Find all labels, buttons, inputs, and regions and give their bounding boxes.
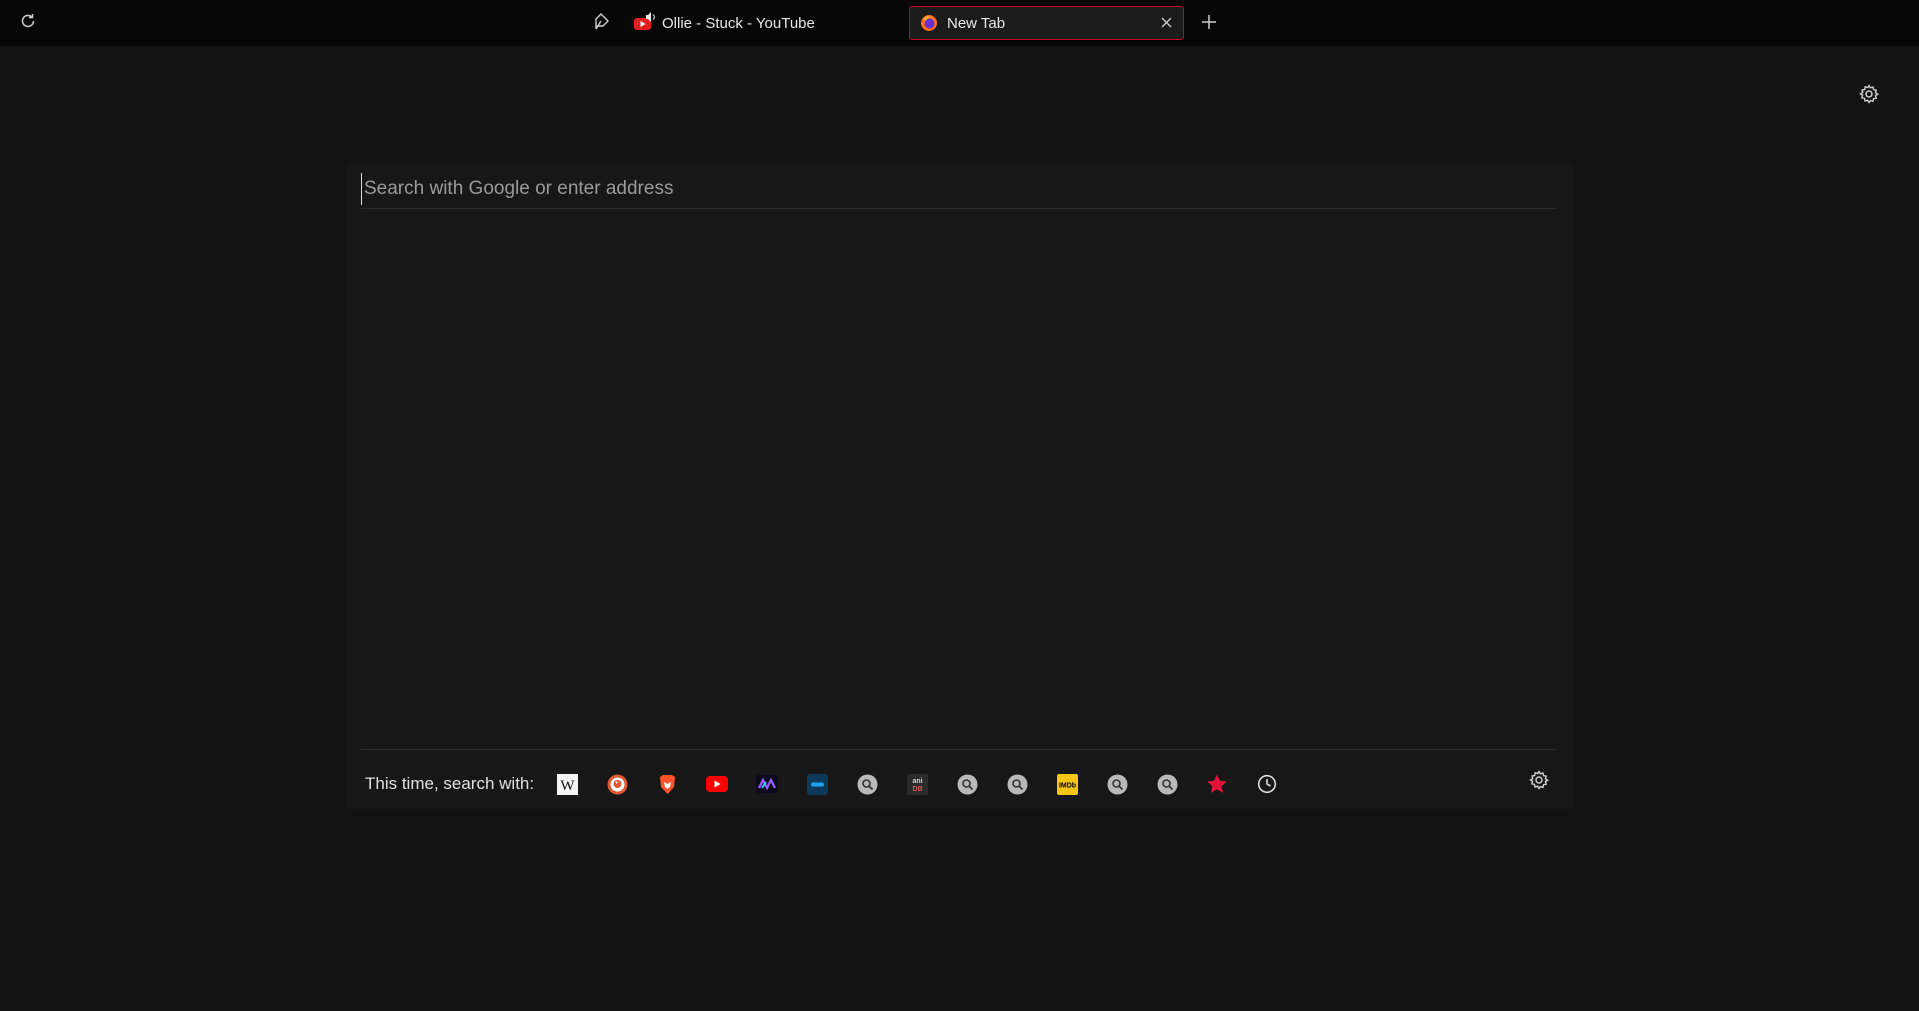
- nebula-icon[interactable]: [756, 773, 779, 795]
- anidb-icon[interactable]: ani DB: [906, 773, 928, 795]
- youtube-icon[interactable]: [706, 773, 729, 795]
- reload-button[interactable]: [16, 11, 40, 35]
- close-icon: [1161, 15, 1172, 32]
- close-tab-button[interactable]: [1158, 15, 1174, 31]
- magnifier-icon[interactable]: [956, 773, 978, 795]
- gear-icon: [1529, 769, 1550, 795]
- search-engine-bar: This time, search with: W ani DB IMDb: [365, 767, 1306, 801]
- pin-tab-button[interactable]: [589, 11, 615, 37]
- search-settings-button[interactable]: [1527, 769, 1551, 795]
- reload-icon: [19, 12, 37, 35]
- tab-title: Ollie - Stuck - YouTube: [662, 14, 815, 32]
- speaker-icon: [645, 10, 657, 27]
- tab-new-tab[interactable]: New Tab: [909, 6, 1184, 40]
- imdb-text: IMDb: [1059, 782, 1076, 789]
- divider: [361, 208, 1556, 209]
- magnifier-icon[interactable]: [856, 773, 878, 795]
- firefox-icon: [919, 13, 939, 33]
- wiki-letter: W: [560, 778, 575, 794]
- new-tab-button[interactable]: [1196, 11, 1222, 37]
- tab-youtube[interactable]: Ollie - Stuck - YouTube: [634, 6, 904, 40]
- engine-icon[interactable]: [806, 773, 828, 795]
- magnifier-icon[interactable]: [1006, 773, 1028, 795]
- magnifier-icon[interactable]: [1106, 773, 1128, 795]
- divider: [361, 749, 1556, 750]
- pin-icon: [592, 12, 612, 37]
- svg-text:ani: ani: [912, 778, 922, 785]
- bookmarks-star-icon[interactable]: [1206, 773, 1228, 795]
- youtube-icon: [634, 10, 657, 33]
- imdb-icon[interactable]: IMDb: [1056, 773, 1078, 795]
- wikipedia-icon[interactable]: W: [556, 773, 578, 795]
- page-settings-button[interactable]: [1857, 83, 1881, 109]
- gear-icon: [1859, 83, 1880, 109]
- plus-icon: [1201, 14, 1217, 35]
- history-clock-icon[interactable]: [1256, 773, 1278, 795]
- brave-icon[interactable]: [656, 773, 678, 795]
- tab-title: New Tab: [947, 14, 1006, 32]
- search-panel: This time, search with: W: [346, 163, 1574, 809]
- engines-label: This time, search with:: [365, 774, 535, 793]
- search-input[interactable]: [361, 173, 1556, 205]
- svg-text:DB: DB: [912, 786, 922, 793]
- magnifier-icon[interactable]: [1156, 773, 1178, 795]
- tab-bar: Ollie - Stuck - YouTube New Tab: [0, 0, 1919, 46]
- duckduckgo-icon[interactable]: [606, 773, 628, 795]
